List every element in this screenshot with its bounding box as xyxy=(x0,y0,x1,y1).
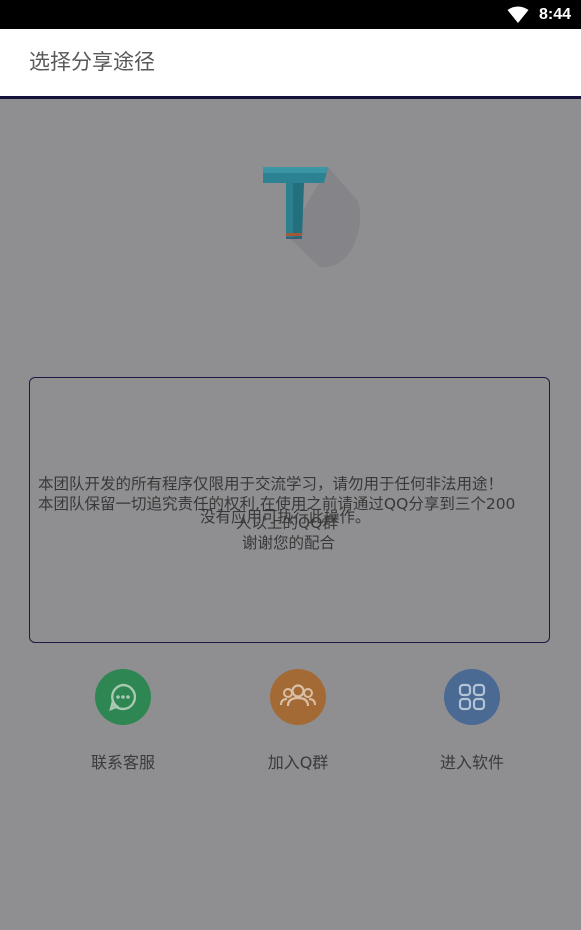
contact-service-label: 联系客服 xyxy=(90,753,155,772)
page-title: 选择分享途径 xyxy=(29,50,155,74)
chat-bubble-icon xyxy=(95,669,151,725)
notice-line: 本团队开发的所有程序仅限用于交流学习，请勿用于任何非法用途！ xyxy=(38,475,504,493)
wifi-icon xyxy=(507,6,529,23)
status-bar: 8:44 xyxy=(0,0,581,29)
apps-grid-icon xyxy=(444,669,500,725)
notice-box: 本团队开发的所有程序仅限用于交流学习，请勿用于任何非法用途！ 本团队保留一切追究… xyxy=(29,377,550,643)
status-time: 8:44 xyxy=(538,6,571,23)
group-users-icon xyxy=(270,669,326,725)
main-content: 本团队开发的所有程序仅限用于交流学习，请勿用于任何非法用途！ 本团队保留一切追究… xyxy=(0,99,581,930)
join-qq-group-label: 加入Q群 xyxy=(267,753,329,772)
enter-software-label: 进入软件 xyxy=(439,753,504,772)
app-logo-icon xyxy=(263,167,361,268)
notice-line: 人以上的QQ群 xyxy=(236,514,338,532)
notice-line: 谢谢您的配合 xyxy=(242,534,336,552)
join-qq-group-button[interactable]: 加入Q群 xyxy=(233,669,363,779)
notice-text: 本团队开发的所有程序仅限用于交流学习，请勿用于任何非法用途！ 本团队保留一切追究… xyxy=(30,378,551,644)
enter-software-button[interactable]: 进入软件 xyxy=(407,669,537,779)
contact-service-button[interactable]: 联系客服 xyxy=(58,669,188,779)
app-bar: 选择分享途径 xyxy=(0,29,581,99)
